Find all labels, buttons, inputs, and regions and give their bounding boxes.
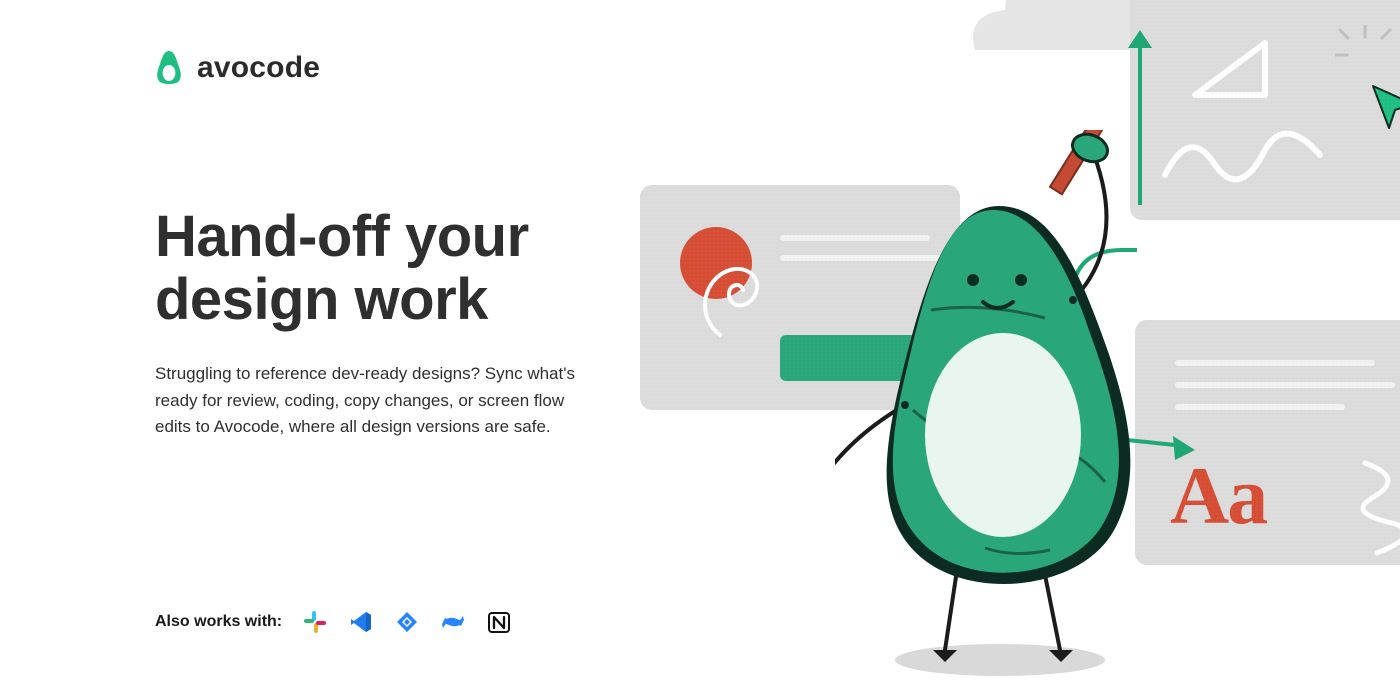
- cursor-icon: [1369, 82, 1400, 130]
- cursor-dashes-icon: [1335, 25, 1395, 85]
- works-with-label: Also works with:: [155, 613, 282, 631]
- text-lines-placeholder: [1175, 360, 1385, 426]
- integration-icons: [302, 609, 512, 635]
- vscode-icon[interactable]: [348, 609, 374, 635]
- works-with-row: Also works with:: [155, 609, 512, 635]
- hero-headline: Hand-off your design work: [155, 206, 635, 331]
- slack-icon[interactable]: [302, 609, 328, 635]
- hero-headline-line2: design work: [155, 267, 488, 332]
- spiral-icon: [695, 250, 775, 340]
- confluence-icon[interactable]: [440, 609, 466, 635]
- jira-icon[interactable]: [394, 609, 420, 635]
- hero-headline-line1: Hand-off your: [155, 204, 529, 269]
- hero-illustration: Aa: [620, 0, 1400, 700]
- avocado-logo-icon: [155, 50, 183, 86]
- hero-subtext: Struggling to reference dev-ready design…: [155, 361, 585, 440]
- brand-name: avocode: [197, 51, 320, 85]
- hero-left-column: avocode Hand-off your design work Strugg…: [155, 50, 635, 440]
- notion-icon[interactable]: [486, 609, 512, 635]
- triangle-icon: [1185, 35, 1275, 105]
- scribble-icon: [1357, 458, 1400, 558]
- avocado-mascot: [835, 130, 1205, 690]
- landing-hero: avocode Hand-off your design work Strugg…: [0, 0, 1400, 700]
- brand-logo[interactable]: avocode: [155, 50, 635, 86]
